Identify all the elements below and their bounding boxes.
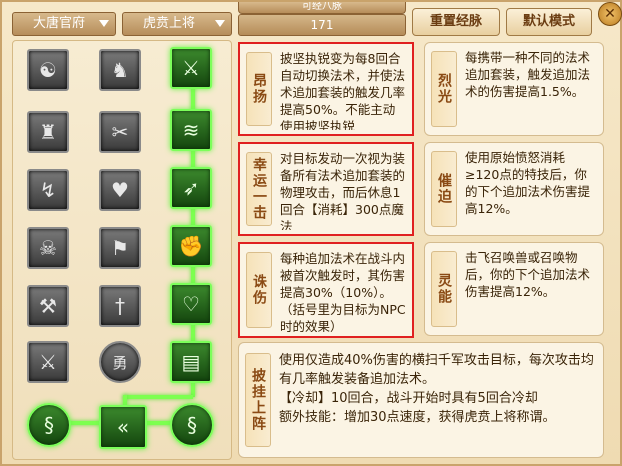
soldiers-icon: ⚑ xyxy=(111,236,129,260)
skill-card-desc-line: 额外技能：增加30点速度，获得虎贲上将称谓。 xyxy=(279,410,556,425)
meridian-node-active[interactable]: ⚔ xyxy=(170,47,212,89)
meridian-node-active[interactable]: § xyxy=(170,403,214,447)
meridian-node-active[interactable]: ➶ xyxy=(170,167,212,209)
meridian-tree-panel: ☯ ♞ ⚔ ♜ ✂ ≋ ↯ ♥ ➶ ☠ ⚑ ✊ ⚒ † ♡ ⚔ 勇 ▤ § « … xyxy=(12,40,232,460)
skill-card-title: 幸运一击 xyxy=(246,152,272,226)
meridian-node-active[interactable]: ▤ xyxy=(170,341,212,383)
skill-card-title: 昂扬 xyxy=(246,52,272,126)
dagger-icon: † xyxy=(115,294,125,318)
sword-pierce-icon: ⚒ xyxy=(39,294,57,318)
triple-slash-icon: ≋ xyxy=(182,118,200,142)
skill-card-desc: 每种追加法术在战斗内被首次触发时，其伤害提高30%（10%）。（括号里为目标为N… xyxy=(280,251,406,332)
skill-card-desc: 使用原始愤怒消耗≥120点的特技后，你的下个追加法术伤害提高12%。 xyxy=(465,150,591,216)
skill-card-title: 烈光 xyxy=(431,51,457,127)
meridian-node-active[interactable]: ✊ xyxy=(170,225,212,267)
meridian-node[interactable]: ↯ xyxy=(27,169,69,211)
default-mode-button[interactable]: 默认模式 xyxy=(506,8,592,36)
meridian-node[interactable]: ♜ xyxy=(27,111,69,153)
skill-card[interactable]: 催迫 使用原始愤怒消耗≥120点的特技后，你的下个追加法术伤害提高12%。 xyxy=(424,142,604,236)
heart-drip-icon: ♥ xyxy=(111,178,129,202)
meridian-node[interactable]: 勇 xyxy=(99,341,141,383)
skill-card-title: 披挂上阵 xyxy=(245,353,271,447)
skill-card-desc-line: 【冷却】10回合，战斗开始时具有5回合冷却 xyxy=(279,391,538,406)
meridian-node[interactable]: ♥ xyxy=(99,169,141,211)
meridian-node[interactable]: † xyxy=(99,285,141,327)
skill-card[interactable]: 灵能 击飞召唤兽或召唤物后，你的下个追加法术伤害提高12%。 xyxy=(424,242,604,336)
school-dropdown-label: 大唐官府 xyxy=(33,16,86,31)
window-frame: 大唐官府 虎贲上将 可经八脉 171 重置经脉 默认模式 ✕ ☯ ♞ ⚔ ♜ ✂… xyxy=(0,0,622,466)
skill-card[interactable]: 烈光 每携带一种不同的法术追加套装，触发追加法术的伤害提高1.5%。 xyxy=(424,42,604,136)
skill-card-selected[interactable]: 诛伤 每种追加法术在战斗内被首次触发时，其伤害提高30%（10%）。（括号里为目… xyxy=(238,242,414,338)
meridian-node[interactable]: ☠ xyxy=(27,227,69,269)
meridian-node[interactable]: ⚔ xyxy=(27,341,69,383)
reset-meridian-button[interactable]: 重置经脉 xyxy=(412,8,500,36)
chevron-down-icon xyxy=(215,20,225,27)
close-button[interactable]: ✕ xyxy=(598,2,622,26)
meridian-node[interactable]: ⚒ xyxy=(27,285,69,327)
meridian-node-active[interactable]: « xyxy=(99,405,147,449)
branch-dropdown-label: 虎贲上将 xyxy=(143,16,196,31)
meridian-node-active[interactable]: § xyxy=(27,403,71,447)
broken-heart-icon: ♡ xyxy=(182,292,200,316)
meridian-node[interactable]: ✂ xyxy=(99,111,141,153)
skill-card-title: 诛伤 xyxy=(246,252,272,328)
meridian-node-active[interactable]: ≋ xyxy=(170,109,212,151)
crossed-swords-icon: ⚔ xyxy=(182,56,200,80)
sword-sweep-icon: ↯ xyxy=(39,178,57,202)
chevrons-icon: « xyxy=(116,415,130,439)
fighter-icon: ♜ xyxy=(39,120,57,144)
warrior-icon: ♞ xyxy=(111,58,129,82)
blade-slash-icon: ✂ xyxy=(111,120,129,144)
top-bar: 大唐官府 虎贲上将 可经八脉 171 重置经脉 默认模式 ✕ xyxy=(2,2,622,40)
skill-card-desc-line: 使用仅造成40%伤害的横扫千军攻击目标，每次攻击均有几率触发装备追加法术。 xyxy=(279,353,594,387)
chevron-down-icon xyxy=(99,20,109,27)
skill-card-desc: 每携带一种不同的法术追加套装，触发追加法术的伤害提高1.5%。 xyxy=(465,50,591,99)
scroll-icon: ▤ xyxy=(181,350,201,374)
meridian-node[interactable]: ♞ xyxy=(99,49,141,91)
medal-icon: 勇 xyxy=(112,353,128,372)
branch-dropdown[interactable]: 虎贲上将 xyxy=(122,12,232,36)
swirl-icon: ☯ xyxy=(39,58,57,82)
spear-thrust-icon: ➶ xyxy=(182,176,200,200)
skull-icon: ☠ xyxy=(39,236,57,260)
school-dropdown[interactable]: 大唐官府 xyxy=(12,12,116,36)
active-path-line xyxy=(123,395,193,399)
skill-card-title: 灵能 xyxy=(431,251,457,327)
skill-card-title: 催迫 xyxy=(431,151,457,227)
meridian-node[interactable]: ☯ xyxy=(27,49,69,91)
points-field: 171 xyxy=(238,14,406,36)
skill-card-desc: 对目标发动一次视为装备所有法术追加套装的物理攻击，而后休息1回合【消耗】300点… xyxy=(280,151,406,230)
skill-card-selected[interactable]: 幸运一击 对目标发动一次视为装备所有法术追加套装的物理攻击，而后休息1回合【消耗… xyxy=(238,142,414,236)
meridian-node-active[interactable]: ♡ xyxy=(170,283,212,325)
panel-title-tab: 可经八脉 xyxy=(238,2,406,14)
sword-down-icon: ⚔ xyxy=(39,350,57,374)
skill-card-desc: 披坚执锐变为每8回合自动切换法术，并使法术追加套装的触发几率提高50%。不能主动… xyxy=(280,51,406,130)
dragon-coil-right-icon: § xyxy=(187,413,197,437)
skill-card-desc: 使用仅造成40%伤害的横扫千军攻击目标，每次攻击均有几率触发装备追加法术。 【冷… xyxy=(279,351,597,453)
fist-icon: ✊ xyxy=(178,234,204,258)
meridian-node[interactable]: ⚑ xyxy=(99,227,141,269)
dragon-coil-left-icon: § xyxy=(44,413,54,437)
skill-card-selected[interactable]: 昂扬 披坚执锐变为每8回合自动切换法术，并使法术追加套装的触发几率提高50%。不… xyxy=(238,42,414,136)
skill-card-desc: 击飞召唤兽或召唤物后，你的下个追加法术伤害提高12%。 xyxy=(465,250,591,299)
skill-card-wide[interactable]: 披挂上阵 使用仅造成40%伤害的横扫千军攻击目标，每次攻击均有几率触发装备追加法… xyxy=(238,342,604,458)
